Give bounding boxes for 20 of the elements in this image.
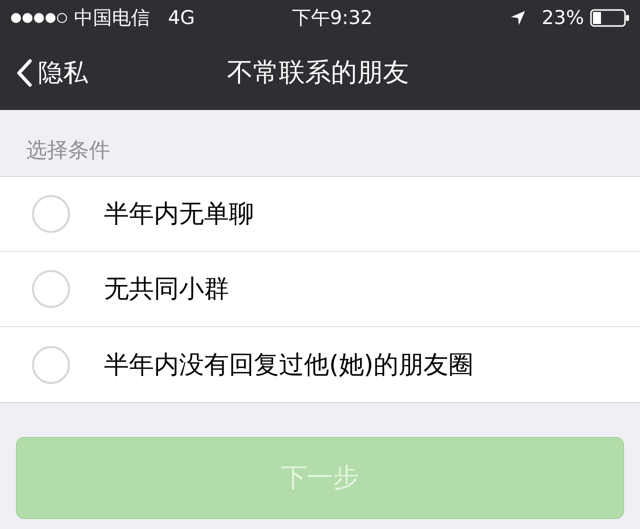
network-type: 4G bbox=[168, 6, 195, 31]
carrier-name: 中国电信 bbox=[74, 6, 150, 31]
option-label: 半年内没有回复过他(她)的朋友圈 bbox=[104, 348, 474, 381]
chevron-left-icon bbox=[16, 59, 32, 87]
radio-button[interactable] bbox=[32, 270, 70, 308]
signal-icon bbox=[10, 12, 68, 24]
location-arrow-icon bbox=[510, 10, 526, 26]
option-row[interactable]: 半年内没有回复过他(她)的朋友圈 bbox=[0, 327, 640, 402]
battery-percentage: 23% bbox=[542, 6, 584, 31]
battery-icon bbox=[590, 9, 630, 27]
option-label: 无共同小群 bbox=[104, 273, 229, 306]
section-label: 选择条件 bbox=[26, 136, 110, 164]
screen-title: 不常联系的朋友 bbox=[227, 56, 409, 90]
clock-time: 下午9:32 bbox=[292, 6, 373, 31]
back-button[interactable]: 隐私 bbox=[0, 54, 88, 92]
option-row[interactable]: 无共同小群 bbox=[0, 252, 640, 327]
option-label: 半年内无单聊 bbox=[104, 198, 254, 230]
radio-button[interactable] bbox=[32, 195, 70, 233]
option-row[interactable]: 半年内无单聊 bbox=[0, 177, 640, 252]
radio-button[interactable] bbox=[32, 346, 70, 384]
